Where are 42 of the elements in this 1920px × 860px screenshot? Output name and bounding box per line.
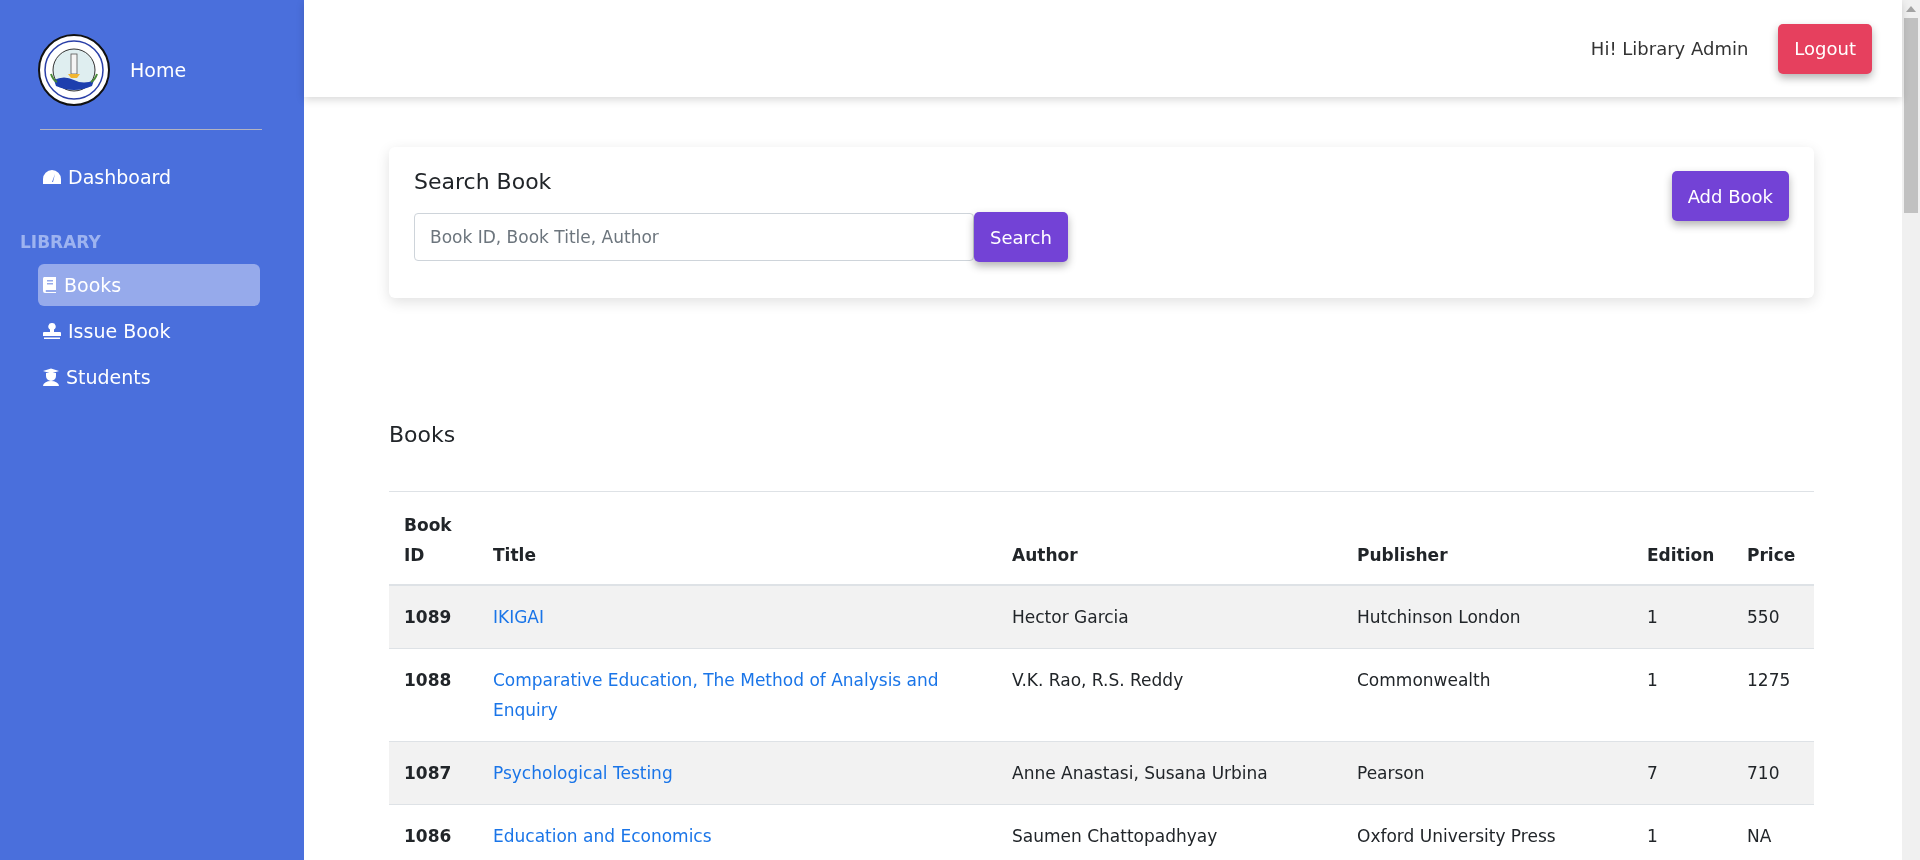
price-cell: 550 xyxy=(1747,607,1780,627)
price-cell: NA xyxy=(1747,826,1772,846)
add-book-button[interactable]: Add Book xyxy=(1671,171,1789,221)
publisher-cell: Commonwealth xyxy=(1357,670,1491,690)
scrollbar[interactable] xyxy=(1902,0,1920,860)
scroll-thumb[interactable] xyxy=(1904,18,1918,213)
price-cell: 1275 xyxy=(1747,670,1791,690)
card-title: Search Book xyxy=(414,169,553,194)
book-icon xyxy=(42,276,58,294)
logout-button[interactable]: Logout xyxy=(1778,23,1872,74)
book-id: 1087 xyxy=(404,763,452,783)
title-link[interactable]: Education and Economics xyxy=(493,821,987,851)
edition-cell: 7 xyxy=(1647,763,1658,783)
edition-cell: 1 xyxy=(1647,826,1658,846)
publisher-cell: Hutchinson London xyxy=(1357,607,1521,627)
logo-icon xyxy=(38,34,110,106)
edition-cell: 1 xyxy=(1647,670,1658,690)
home-link[interactable]: Home xyxy=(130,59,187,81)
graduate-icon xyxy=(42,368,60,386)
publisher-cell: Oxford University Press xyxy=(1357,826,1556,846)
author-cell: Hector Garcia xyxy=(1012,607,1129,627)
scroll-up-icon[interactable] xyxy=(1906,6,1916,12)
search-button[interactable]: Search xyxy=(974,212,1068,262)
author-cell: Saumen Chattopadhyay xyxy=(1012,826,1218,846)
edition-cell: 1 xyxy=(1647,607,1658,627)
sidebar-item[interactable]: Students xyxy=(38,356,260,398)
sidebar-item[interactable]: Issue Book xyxy=(38,310,260,352)
greeting: Hi! Library Admin xyxy=(1590,38,1749,59)
search-field[interactable]: Book ID, Book Title, Author xyxy=(414,213,974,261)
section-heading: LIBRARY xyxy=(20,232,102,252)
gauge-icon xyxy=(42,169,62,185)
price-cell: 710 xyxy=(1747,763,1780,783)
author-cell: Anne Anastasi, Susana Urbina xyxy=(1012,763,1268,783)
stamp-icon xyxy=(42,322,62,340)
book-id: 1089 xyxy=(404,607,452,627)
book-id: 1086 xyxy=(404,826,452,846)
section-title: Books xyxy=(389,422,457,447)
author-cell: V.K. Rao, R.S. Reddy xyxy=(1012,670,1184,690)
title-link[interactable]: Comparative Education, The Method of Analysis and Enquiry xyxy=(493,665,987,725)
publisher-cell: Pearson xyxy=(1357,763,1425,783)
sidebar-item[interactable]: Dashboard xyxy=(38,160,260,194)
book-id: 1088 xyxy=(404,670,452,690)
